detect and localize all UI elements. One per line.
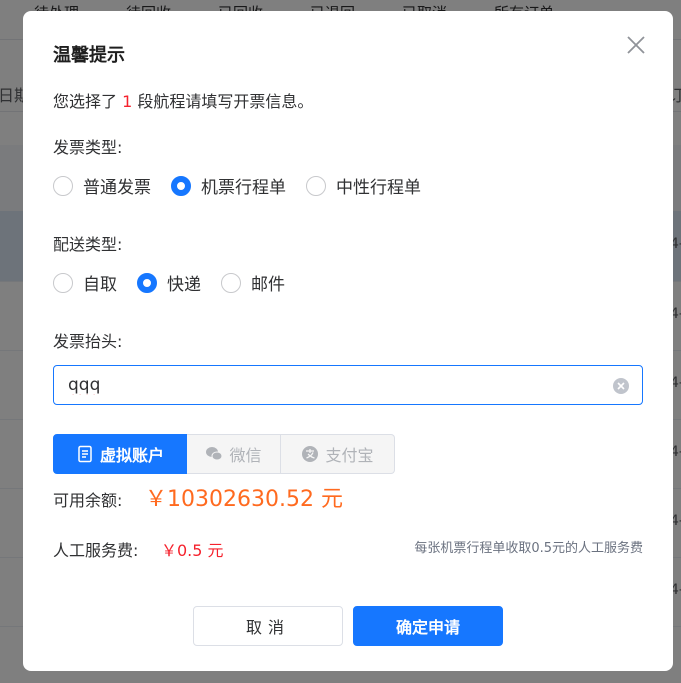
- intro-suffix: 段航程请填写开票信息。: [132, 92, 314, 111]
- radio-checked-icon: [171, 175, 191, 196]
- intro-prefix: 您选择了: [53, 92, 123, 111]
- radio-icon: [53, 272, 73, 293]
- dialog-title: 温馨提示: [53, 45, 125, 66]
- radio-icon: [221, 272, 241, 293]
- radio-label: 快递: [167, 275, 201, 295]
- clear-icon: [617, 382, 625, 390]
- radio-label: 邮件: [251, 275, 285, 295]
- wechat-icon: [206, 447, 223, 461]
- cancel-button[interactable]: 取消: [193, 606, 343, 646]
- radio-label: 普通发票: [83, 178, 151, 198]
- close-icon: [627, 36, 645, 54]
- balance-value: ￥10302630.52 元: [145, 487, 343, 512]
- invoice-type-group: 普通发票 机票行程单 中性行程单: [53, 173, 441, 198]
- alipay-icon: [302, 446, 319, 462]
- segment-intro: 您选择了 1 段航程请填写开票信息。: [53, 88, 313, 112]
- radio-icon: [306, 175, 326, 196]
- close-button[interactable]: [625, 34, 647, 56]
- radio-delivery-express[interactable]: 快递: [137, 270, 201, 295]
- payment-tab-wechat[interactable]: 微信: [187, 434, 281, 474]
- radio-checked-icon: [137, 272, 157, 293]
- service-fee-note: 每张机票行程单收取0.5元的人工服务费: [414, 541, 643, 556]
- payment-tab-label: 支付宝: [325, 446, 374, 465]
- radio-invoice-normal[interactable]: 普通发票: [53, 173, 151, 198]
- radio-label: 中性行程单: [336, 178, 421, 198]
- payment-tab-label: 微信: [229, 446, 262, 465]
- radio-delivery-mail[interactable]: 邮件: [221, 270, 285, 295]
- service-fee-value: ￥0.5 元: [161, 541, 224, 560]
- payment-tab-virtual-account[interactable]: 虚拟账户: [53, 434, 187, 474]
- invoice-header-field: [53, 365, 643, 405]
- delivery-type-group: 自取 快递 邮件: [53, 270, 305, 295]
- invoice-header-input[interactable]: [68, 374, 588, 396]
- invoice-header-label: 发票抬头:: [53, 332, 123, 351]
- payment-tab-alipay[interactable]: 支付宝: [281, 434, 395, 474]
- radio-invoice-itinerary[interactable]: 机票行程单: [171, 173, 286, 198]
- radio-invoice-neutral[interactable]: 中性行程单: [306, 173, 421, 198]
- invoice-type-label: 发票类型:: [53, 138, 123, 157]
- invoice-dialog: 温馨提示 您选择了 1 段航程请填写开票信息。 发票类型: 普通发票 机票行程单…: [23, 11, 673, 671]
- radio-delivery-pickup[interactable]: 自取: [53, 270, 117, 295]
- segment-count: 1: [122, 92, 133, 111]
- radio-label: 自取: [83, 275, 117, 295]
- radio-icon: [53, 175, 73, 196]
- balance-label: 可用余额:: [53, 491, 123, 510]
- service-fee-label: 人工服务费:: [53, 541, 139, 560]
- clear-input-button[interactable]: [613, 378, 629, 394]
- delivery-type-label: 配送类型:: [53, 235, 123, 254]
- payment-tab-label: 虚拟账户: [99, 446, 164, 465]
- radio-label: 机票行程单: [201, 178, 286, 198]
- document-icon: [78, 445, 92, 463]
- payment-tabs: 虚拟账户 微信 支付宝: [53, 434, 395, 474]
- confirm-button[interactable]: 确定申请: [353, 606, 503, 646]
